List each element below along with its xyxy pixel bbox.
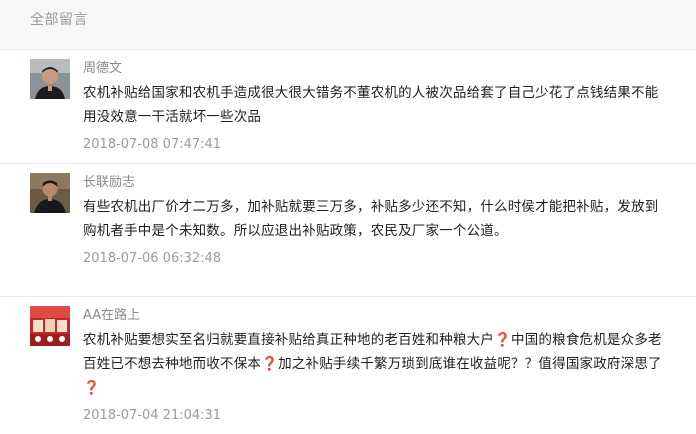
comment-text-part: 加之补贴手续千繁万琐到底谁在收益呢？？值得国家政府深思了 — [278, 356, 662, 372]
comment-text: 农机补贴要想实至名归就要直接补贴给真正种地的老百姓和种粮大户❓中国的粮食危机是众… — [83, 328, 666, 400]
comment-item: AA在路上 农机补贴要想实至名归就要直接补贴给真正种地的老百姓和种粮大户❓中国的… — [0, 297, 696, 434]
comments-header: 全部留言 — [0, 0, 696, 50]
comment-body: 长联励志 有些农机出厂价才二万多，加补贴就要三万多，补贴多少还不知，什么时侯才能… — [83, 175, 666, 267]
comment-author[interactable]: 长联励志 — [83, 175, 666, 192]
comments-panel: 全部留言 周德文 农机补贴给国家和农机手造成很大很大错务不董农机的人被次品给套了… — [0, 0, 696, 434]
comment-item: 长联励志 有些农机出厂价才二万多，加补贴就要三万多，补贴多少还不知，什么时侯才能… — [0, 164, 696, 297]
comment-author[interactable]: AA在路上 — [83, 308, 666, 325]
avatar[interactable] — [30, 306, 70, 346]
section-title: 全部留言 — [30, 11, 88, 28]
comment-item: 周德文 农机补贴给国家和农机手造成很大很大错务不董农机的人被次品给套了自己少花了… — [0, 50, 696, 164]
comment-time: 2018-07-08 07:47:41 — [83, 137, 222, 152]
comment-body: 周德文 农机补贴给国家和农机手造成很大很大错务不董农机的人被次品给套了自己少花了… — [83, 61, 666, 153]
comment-time: 2018-07-04 21:04:31 — [83, 408, 222, 423]
avatar[interactable] — [30, 173, 70, 213]
red-question-icon: ❓ — [261, 356, 279, 372]
comment-text-part: 农机补贴要想实至名归就要直接补贴给真正种地的老百姓和种粮大户 — [83, 332, 494, 348]
comment-time: 2018-07-06 06:32:48 — [83, 251, 222, 266]
comment-text: 农机补贴给国家和农机手造成很大很大错务不董农机的人被次品给套了自己少花了点钱结果… — [83, 85, 659, 125]
user-photo-avatar-icon — [30, 59, 70, 99]
user-photo-avatar-icon — [30, 173, 70, 213]
comment-text: 有些农机出厂价才二万多，加补贴就要三万多，补贴多少还不知，什么时侯才能把补贴，发… — [83, 199, 659, 239]
red-question-icon: ❓ — [494, 332, 512, 348]
red-question-icon: ❓ — [83, 380, 101, 396]
avatar[interactable] — [30, 59, 70, 99]
comment-author[interactable]: 周德文 — [83, 61, 666, 78]
user-photo-avatar-icon — [30, 306, 70, 346]
comment-body: AA在路上 农机补贴要想实至名归就要直接补贴给真正种地的老百姓和种粮大户❓中国的… — [83, 308, 666, 424]
